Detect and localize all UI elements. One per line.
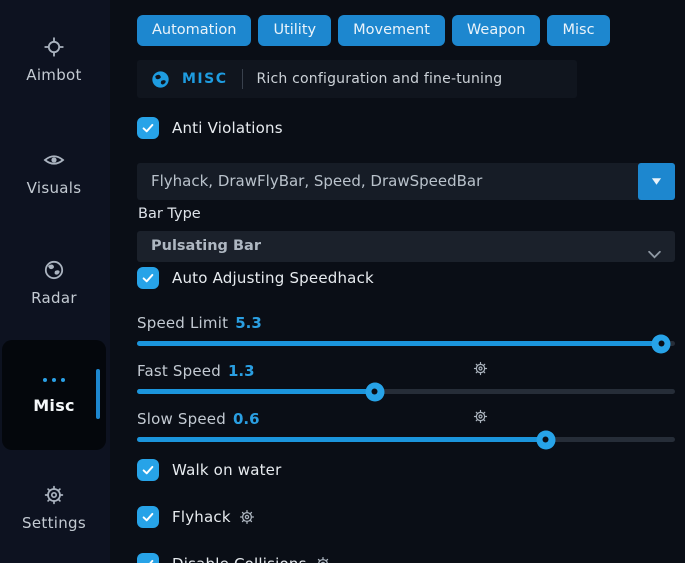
gear-icon [43, 484, 65, 506]
slider-label: Speed Limit [137, 314, 228, 332]
slider-value: 1.3 [228, 362, 255, 380]
gear-icon[interactable] [239, 509, 255, 525]
checkbox-checked-icon[interactable] [137, 117, 159, 139]
gear-icon[interactable] [473, 361, 488, 380]
sidebar-item-label: Settings [22, 514, 86, 532]
checkbox-label: Walk on water [172, 461, 281, 479]
sidebar-item-aimbot[interactable]: Aimbot [2, 36, 106, 84]
checkbox-checked-icon[interactable] [137, 506, 159, 528]
bar-type-label: Bar Type [138, 206, 201, 222]
slider-row-slow-speed: Slow Speed 0.6 [137, 409, 675, 442]
slider-thumb[interactable] [652, 334, 671, 353]
chevron-down-icon [647, 240, 662, 271]
checkbox-row-walk-on-water[interactable]: Walk on water [137, 459, 281, 481]
slider-row-fast-speed: Fast Speed 1.3 [137, 361, 675, 394]
globe-icon [43, 259, 65, 281]
slider-fill [137, 437, 546, 442]
slider-track[interactable] [137, 437, 675, 442]
active-indicator [96, 369, 100, 419]
slider-thumb[interactable] [365, 382, 384, 401]
slider-fill [137, 341, 661, 346]
sidebar-item-visuals[interactable]: Visuals [2, 149, 106, 197]
eye-icon [43, 149, 65, 171]
checkbox-label: Anti Violations [172, 119, 283, 137]
section-subtitle: Rich configuration and fine-tuning [257, 71, 503, 87]
sidebar-item-label: Radar [31, 289, 77, 307]
tab-utility[interactable]: Utility [258, 15, 331, 46]
sidebar-item-label: Aimbot [26, 66, 81, 84]
checkbox-row-flyhack[interactable]: Flyhack [137, 506, 255, 528]
checkbox-row-auto-adjusting-speedhack[interactable]: Auto Adjusting Speedhack [137, 267, 374, 289]
slider-track[interactable] [137, 389, 675, 394]
checkbox-label: Disable Collisions [172, 555, 307, 563]
tab-movement[interactable]: Movement [338, 15, 445, 46]
checkbox-checked-icon[interactable] [137, 459, 159, 481]
sidebar: Aimbot Visuals Radar Mi [0, 0, 110, 563]
section-header: MISC Rich configuration and fine-tuning [137, 60, 577, 98]
sidebar-item-settings[interactable]: Settings [2, 484, 106, 532]
slider-label: Fast Speed [137, 362, 221, 380]
ellipsis-icon [2, 378, 106, 382]
checkbox-label: Flyhack [172, 508, 231, 526]
dropdown-open-button[interactable] [638, 163, 675, 200]
bar-type-select[interactable]: Pulsating Bar [137, 231, 675, 262]
slider-value: 5.3 [235, 314, 262, 332]
checkbox-row-disable-collisions[interactable]: Disable Collisions [137, 553, 331, 563]
bar-type-value: Pulsating Bar [151, 238, 261, 254]
section-title: MISC [182, 71, 228, 87]
slider-fill [137, 389, 375, 394]
tab-weapon[interactable]: Weapon [452, 15, 541, 46]
globe-icon [151, 70, 170, 89]
bar-flags-select[interactable]: Flyhack, DrawFlyBar, Speed, DrawSpeedBar [137, 163, 675, 200]
triangle-down-icon [650, 176, 663, 187]
sidebar-item-misc[interactable]: Misc [2, 340, 106, 450]
slider-value: 0.6 [233, 410, 260, 428]
mod-menu-window: Aimbot Visuals Radar Mi [0, 0, 685, 563]
slider-thumb[interactable] [536, 430, 555, 449]
sidebar-item-radar[interactable]: Radar [2, 259, 106, 307]
tab-misc[interactable]: Misc [547, 15, 609, 46]
sidebar-item-label: Misc [33, 396, 75, 415]
bar-flags-value: Flyhack, DrawFlyBar, Speed, DrawSpeedBar [151, 172, 482, 190]
checkbox-checked-icon[interactable] [137, 553, 159, 563]
checkbox-checked-icon[interactable] [137, 267, 159, 289]
slider-track[interactable] [137, 341, 675, 346]
gear-icon[interactable] [315, 556, 331, 563]
slider-row-speed-limit: Speed Limit 5.3 [137, 313, 675, 346]
category-tabs: Automation Utility Movement Weapon Misc [137, 15, 610, 46]
tab-automation[interactable]: Automation [137, 15, 251, 46]
sidebar-item-label: Visuals [27, 179, 82, 197]
checkbox-label: Auto Adjusting Speedhack [172, 269, 374, 287]
gear-icon[interactable] [473, 409, 488, 428]
checkbox-row-anti-violations[interactable]: Anti Violations [137, 117, 283, 139]
misc-panel: Automation Utility Movement Weapon Misc … [137, 0, 675, 563]
crosshair-icon [43, 36, 65, 58]
divider [242, 69, 243, 89]
slider-label: Slow Speed [137, 410, 226, 428]
